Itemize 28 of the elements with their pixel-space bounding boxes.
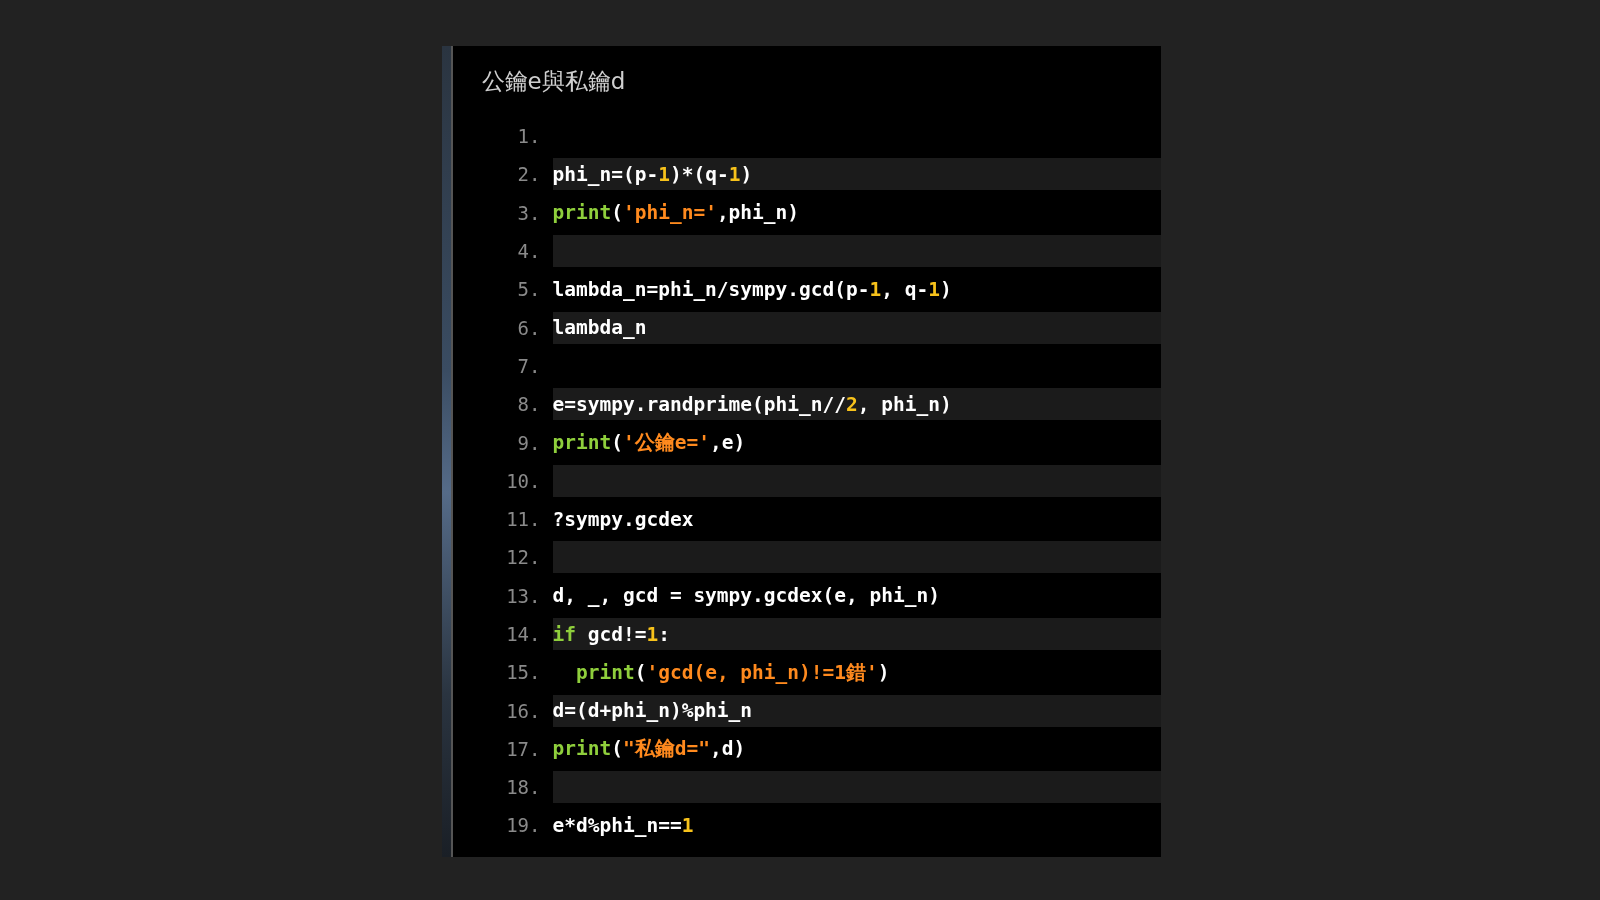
code-line: print('gcd(e, phi_n)!=1錯') bbox=[574, 659, 891, 686]
line-number: 12. bbox=[505, 546, 542, 569]
line-number: 3. bbox=[516, 201, 542, 224]
line-number: 1. bbox=[516, 125, 542, 148]
line-number: 11. bbox=[505, 508, 542, 531]
code-line: e*d%phi_n==1 bbox=[552, 813, 695, 839]
line-number: 13. bbox=[505, 584, 542, 607]
line-number: 14. bbox=[505, 623, 542, 645]
code-line: print("私鑰d=",d) bbox=[552, 736, 747, 763]
code-line: print('公鑰e=',e) bbox=[552, 430, 747, 456]
line-number: 4. bbox=[516, 240, 542, 263]
line-number: 18. bbox=[505, 776, 542, 799]
snippet-title: 公鑰e與私鑰d bbox=[481, 67, 626, 96]
line-number: 17. bbox=[505, 737, 542, 760]
line-number: 6. bbox=[516, 316, 542, 339]
code-line: print('phi_n=',phi_n) bbox=[552, 200, 801, 227]
code-line: lambda_n=phi_n/sympy.gcd(p-1, q-1) bbox=[552, 276, 953, 303]
line-number: 10. bbox=[505, 469, 542, 492]
line-number: 5. bbox=[516, 278, 542, 301]
code-line: ?sympy.gcdex bbox=[552, 506, 695, 533]
line-number: 15. bbox=[505, 661, 542, 684]
code-line: d, _, gcd = sympy.gcdex(e, phi_n) bbox=[552, 583, 941, 610]
line-number: 19. bbox=[505, 814, 542, 837]
line-number: 7. bbox=[516, 354, 542, 377]
line-number: 8. bbox=[516, 393, 542, 416]
line-number: 16. bbox=[505, 699, 542, 722]
line-number: 9. bbox=[516, 431, 542, 454]
line-number: 2. bbox=[516, 163, 542, 186]
